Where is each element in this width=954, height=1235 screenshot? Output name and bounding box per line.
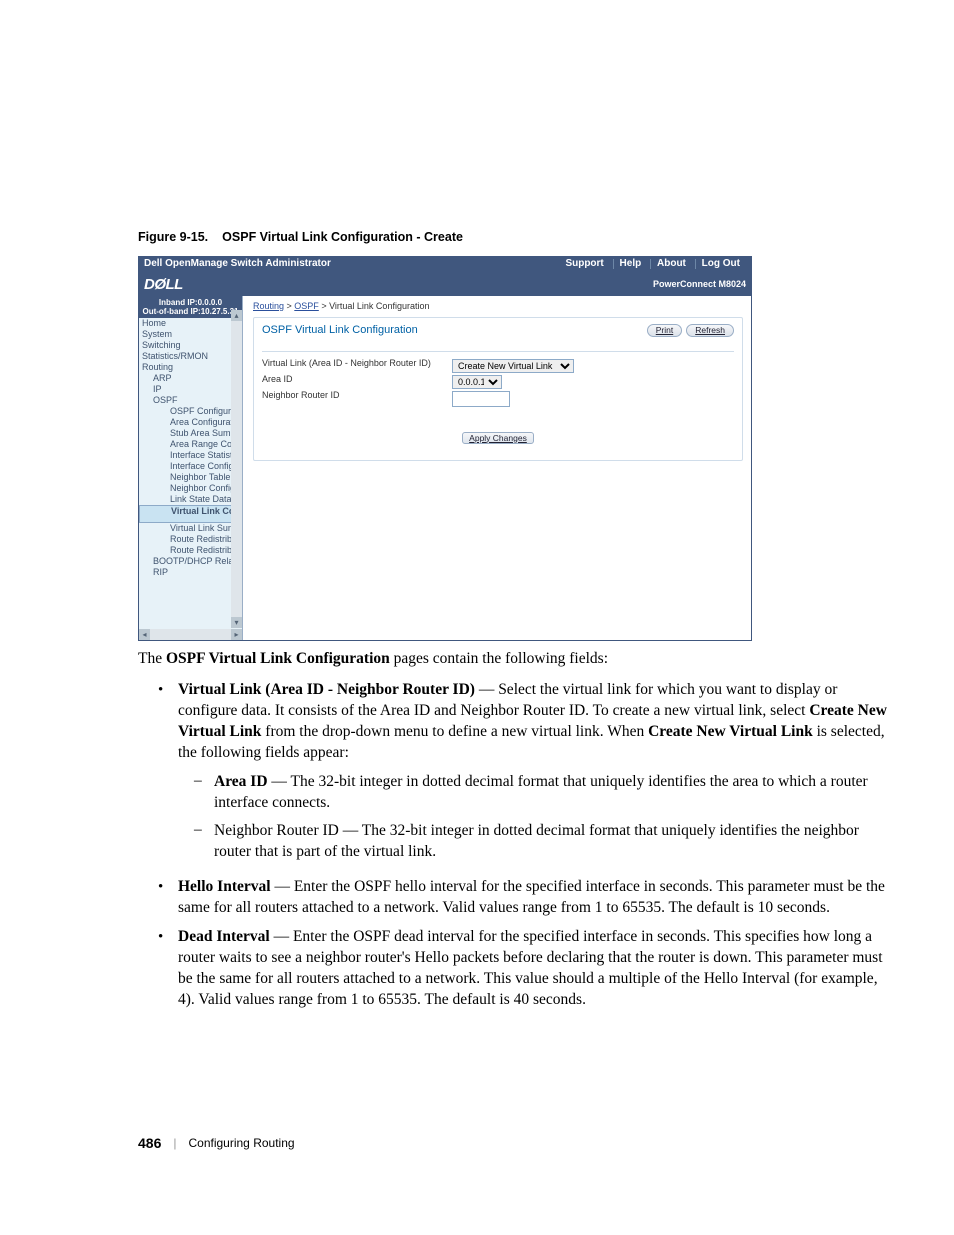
- panel-title: OSPF Virtual Link Configuration: [262, 325, 418, 336]
- scroll-down-icon[interactable]: ▾: [231, 617, 242, 628]
- ip-info: Inband IP:0.0.0.0 Out-of-band IP:10.27.5…: [139, 296, 242, 318]
- about-link[interactable]: About: [650, 259, 692, 269]
- tree-item[interactable]: Route Redistributio: [139, 545, 242, 556]
- app-titlebar: Dell OpenManage Switch Administrator Sup…: [138, 256, 752, 272]
- figure-caption: Figure 9-15. OSPF Virtual Link Configurat…: [138, 230, 896, 244]
- neighbor-router-id-input[interactable]: [452, 391, 510, 407]
- field-list: Virtual Link (Area ID - Neighbor Router …: [154, 676, 896, 1015]
- tree-item[interactable]: Neighbor Table: [139, 472, 242, 483]
- field-virtual-link: Virtual Link (Area ID - Neighbor Router …: [154, 676, 896, 873]
- subfield-neighbor-router-id: Neighbor Router ID — The 32-bit integer …: [192, 817, 896, 867]
- tree-item[interactable]: IP: [139, 384, 242, 395]
- virtual-link-label: Virtual Link (Area ID - Neighbor Router …: [262, 359, 452, 373]
- tree-item[interactable]: Virtual Link Summ: [139, 523, 242, 534]
- tree-item[interactable]: Routing: [139, 362, 242, 373]
- nav-tree: Inband IP:0.0.0.0 Out-of-band IP:10.27.5…: [139, 296, 243, 640]
- product-name: PowerConnect M8024: [653, 280, 746, 289]
- scroll-up-icon[interactable]: ▴: [231, 310, 242, 321]
- figure-number: Figure 9-15.: [138, 230, 208, 244]
- tree-item[interactable]: Link State Databa: [139, 494, 242, 505]
- tree-item[interactable]: Stub Area Summa: [139, 428, 242, 439]
- tree-item[interactable]: System: [139, 329, 242, 340]
- tree-item[interactable]: Area Range Config: [139, 439, 242, 450]
- help-link[interactable]: Help: [613, 259, 648, 269]
- area-id-label: Area ID: [262, 375, 452, 389]
- field-dead-interval: Dead Interval — Enter the OSPF dead inte…: [154, 923, 896, 1015]
- crumb-routing[interactable]: Routing: [253, 301, 284, 311]
- field-hello-interval: Hello Interval — Enter the OSPF hello in…: [154, 873, 896, 923]
- content-pane: Routing > OSPF > Virtual Link Configurat…: [243, 296, 751, 640]
- tree-item[interactable]: Switching: [139, 340, 242, 351]
- crumb-current: Virtual Link Configuration: [329, 301, 429, 311]
- tree-item[interactable]: ARP: [139, 373, 242, 384]
- breadcrumb: Routing > OSPF > Virtual Link Configurat…: [253, 300, 743, 317]
- print-button[interactable]: Print: [647, 324, 682, 337]
- topnav: Support Help About Log Out: [559, 259, 746, 269]
- tree-item[interactable]: Interface Statistics: [139, 450, 242, 461]
- dell-logo: DØLL: [144, 277, 183, 292]
- tree-item[interactable]: RIP: [139, 567, 242, 578]
- brand-bar: DØLL PowerConnect M8024: [138, 272, 752, 296]
- app-title: Dell OpenManage Switch Administrator: [144, 259, 559, 269]
- intro-paragraph: The OSPF Virtual Link Configuration page…: [138, 649, 896, 670]
- tree-item[interactable]: Home: [139, 318, 242, 329]
- crumb-ospf[interactable]: OSPF: [294, 301, 319, 311]
- tree-item[interactable]: Neighbor Configura: [139, 483, 242, 494]
- tree-item[interactable]: OSPF Configuratio: [139, 406, 242, 417]
- config-panel: OSPF Virtual Link Configuration Print Re…: [253, 317, 743, 461]
- tree-item[interactable]: Virtual Link Conf: [139, 505, 242, 523]
- subfield-area-id: Area ID — The 32-bit integer in dotted d…: [192, 768, 896, 818]
- page-number: 486: [138, 1135, 161, 1151]
- tree-item[interactable]: Area Configuration: [139, 417, 242, 428]
- virtual-link-select[interactable]: Create New Virtual Link: [452, 359, 574, 373]
- inband-ip: Inband IP:0.0.0.0: [141, 298, 240, 307]
- scroll-right-icon[interactable]: ▸: [231, 629, 242, 640]
- footer-separator: |: [161, 1136, 188, 1150]
- horizontal-scrollbar[interactable]: ◂▸: [139, 629, 242, 640]
- tree-item[interactable]: Interface Configura: [139, 461, 242, 472]
- scroll-left-icon[interactable]: ◂: [139, 629, 150, 640]
- screenshot: Dell OpenManage Switch Administrator Sup…: [138, 256, 752, 641]
- tree-item[interactable]: Route Redistributio: [139, 534, 242, 545]
- logout-link[interactable]: Log Out: [695, 259, 746, 269]
- area-id-select[interactable]: 0.0.0.1: [452, 375, 502, 389]
- page-footer: 486 | Configuring Routing: [138, 1135, 896, 1151]
- figure-title: OSPF Virtual Link Configuration - Create: [222, 230, 463, 244]
- tree-item[interactable]: Statistics/RMON: [139, 351, 242, 362]
- oob-ip: Out-of-band IP:10.27.5.31: [141, 307, 240, 316]
- tree-item[interactable]: OSPF: [139, 395, 242, 406]
- support-link[interactable]: Support: [559, 259, 609, 269]
- footer-section: Configuring Routing: [188, 1136, 294, 1150]
- refresh-button[interactable]: Refresh: [686, 324, 734, 337]
- apply-changes-button[interactable]: Apply Changes: [462, 432, 534, 445]
- neighbor-router-id-label: Neighbor Router ID: [262, 391, 452, 407]
- vertical-scrollbar[interactable]: ▴▾: [231, 310, 242, 628]
- tree-item[interactable]: BOOTP/DHCP Relay: [139, 556, 242, 567]
